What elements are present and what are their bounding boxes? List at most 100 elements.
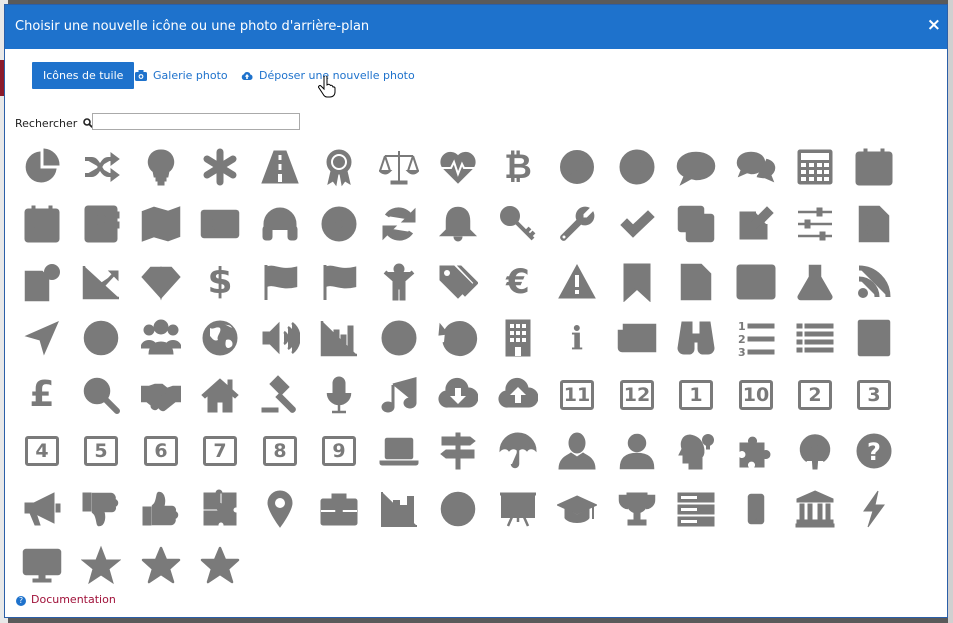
tags-icon[interactable]	[436, 260, 480, 304]
number-3-icon[interactable]: 3	[852, 373, 896, 417]
bookmark-icon[interactable]	[615, 260, 659, 304]
rss-icon[interactable]	[852, 260, 896, 304]
puzzle-icon[interactable]	[198, 487, 242, 531]
university-icon[interactable]	[793, 487, 837, 531]
thumbs-up-icon[interactable]	[139, 487, 183, 531]
shuffle-icon[interactable]	[79, 145, 123, 189]
tab-tile-icons[interactable]: Icônes de tuile	[32, 62, 135, 89]
mobile-icon[interactable]	[734, 487, 778, 531]
trophy-icon[interactable]	[615, 487, 659, 531]
diamond-icon[interactable]	[139, 260, 183, 304]
number-2-icon[interactable]: 2	[793, 373, 837, 417]
file-clock-icon[interactable]	[20, 260, 64, 304]
umbrella-icon[interactable]	[496, 429, 540, 473]
lightbulb-icon[interactable]	[139, 145, 183, 189]
signpost-icon[interactable]	[436, 429, 480, 473]
star-half-icon[interactable]	[198, 543, 242, 587]
bullseye-icon[interactable]	[317, 202, 361, 246]
pie-chart-icon[interactable]	[20, 145, 64, 189]
home-icon[interactable]	[198, 373, 242, 417]
location-arrow-icon[interactable]	[20, 316, 64, 360]
number-5-icon[interactable]: 5	[79, 429, 123, 473]
number-6-icon[interactable]: 6	[139, 429, 183, 473]
heartbeat-icon[interactable]	[436, 145, 480, 189]
number-4-icon[interactable]: 4	[20, 429, 64, 473]
star-outline-icon[interactable]	[139, 543, 183, 587]
volume-up-icon[interactable]	[258, 316, 302, 360]
address-book-icon[interactable]	[79, 202, 123, 246]
podcast-icon[interactable]	[793, 429, 837, 473]
search-icon[interactable]	[79, 373, 123, 417]
line-chart-icon[interactable]	[79, 260, 123, 304]
gavel-icon[interactable]	[258, 373, 302, 417]
edit-icon[interactable]	[734, 202, 778, 246]
number-10-icon[interactable]: 10	[734, 373, 778, 417]
presentation-icon[interactable]	[496, 487, 540, 531]
notebook-icon[interactable]	[852, 316, 896, 360]
pound-icon[interactable]: £	[20, 373, 64, 417]
bar-chart-icon[interactable]	[317, 316, 361, 360]
list-icon[interactable]	[793, 316, 837, 360]
question-circle-icon[interactable]: ?	[852, 429, 896, 473]
handshake-icon[interactable]	[139, 373, 183, 417]
sliders-icon[interactable]	[793, 202, 837, 246]
thumbs-down-icon[interactable]	[79, 487, 123, 531]
flask-icon[interactable]	[793, 260, 837, 304]
clock-icon[interactable]	[377, 316, 421, 360]
tab-photo-gallery[interactable]: Galerie photo	[135, 62, 228, 89]
euro-icon[interactable]: €	[496, 260, 540, 304]
map-marker-icon[interactable]	[258, 487, 302, 531]
puzzle-piece-icon[interactable]	[734, 429, 778, 473]
users-icon[interactable]	[139, 316, 183, 360]
number-11-icon[interactable]: 11	[555, 373, 599, 417]
number-7-icon[interactable]: 7	[198, 429, 242, 473]
laptop-icon[interactable]	[377, 429, 421, 473]
flag-checkered-icon[interactable]	[317, 260, 361, 304]
dollar-icon[interactable]: $	[198, 260, 242, 304]
comment-icon[interactable]	[674, 145, 718, 189]
comments-icon[interactable]	[734, 145, 778, 189]
bar-chart-outline-icon[interactable]	[377, 487, 421, 531]
info-icon[interactable]: i	[555, 316, 599, 360]
user-outline-icon[interactable]	[615, 429, 659, 473]
warning-icon[interactable]	[555, 260, 599, 304]
asterisk-icon[interactable]	[198, 145, 242, 189]
bullhorn-icon[interactable]	[20, 487, 64, 531]
grade-file-icon[interactable]: A+	[852, 202, 896, 246]
child-icon[interactable]	[377, 260, 421, 304]
id-card-icon[interactable]	[198, 202, 242, 246]
desktop-icon[interactable]	[20, 543, 64, 587]
check-icon[interactable]	[615, 202, 659, 246]
number-1-icon[interactable]: 1	[674, 373, 718, 417]
road-icon[interactable]	[258, 145, 302, 189]
star-icon[interactable]	[79, 543, 123, 587]
calculator-icon[interactable]	[793, 145, 837, 189]
user-icon[interactable]	[555, 429, 599, 473]
calendar-icon[interactable]	[852, 145, 896, 189]
documentation-link[interactable]: ? Documentation	[16, 593, 116, 606]
binoculars-icon[interactable]	[674, 316, 718, 360]
bitcoin-icon[interactable]: ₿	[496, 145, 540, 189]
search-input[interactable]	[92, 113, 300, 130]
music-icon[interactable]	[377, 373, 421, 417]
server-icon[interactable]	[674, 487, 718, 531]
user-idea-icon[interactable]	[674, 429, 718, 473]
headphones-icon[interactable]	[258, 202, 302, 246]
building-icon[interactable]	[496, 316, 540, 360]
briefcase-icon[interactable]	[317, 487, 361, 531]
newspaper-icon[interactable]	[615, 316, 659, 360]
smile-icon[interactable]	[436, 487, 480, 531]
life-ring-icon[interactable]	[615, 145, 659, 189]
cloud-download-icon[interactable]	[436, 373, 480, 417]
history-icon[interactable]	[436, 316, 480, 360]
close-button[interactable]: ×	[927, 16, 941, 34]
balance-scale-icon[interactable]	[377, 145, 421, 189]
flag-outline-icon[interactable]	[258, 260, 302, 304]
compass-icon[interactable]	[555, 145, 599, 189]
bell-icon[interactable]	[436, 202, 480, 246]
microphone-icon[interactable]	[317, 373, 361, 417]
cloud-upload-icon[interactable]	[496, 373, 540, 417]
list-ordered-icon[interactable]: 123	[734, 316, 778, 360]
wrench-icon[interactable]	[555, 202, 599, 246]
number-9-icon[interactable]: 9	[317, 429, 361, 473]
